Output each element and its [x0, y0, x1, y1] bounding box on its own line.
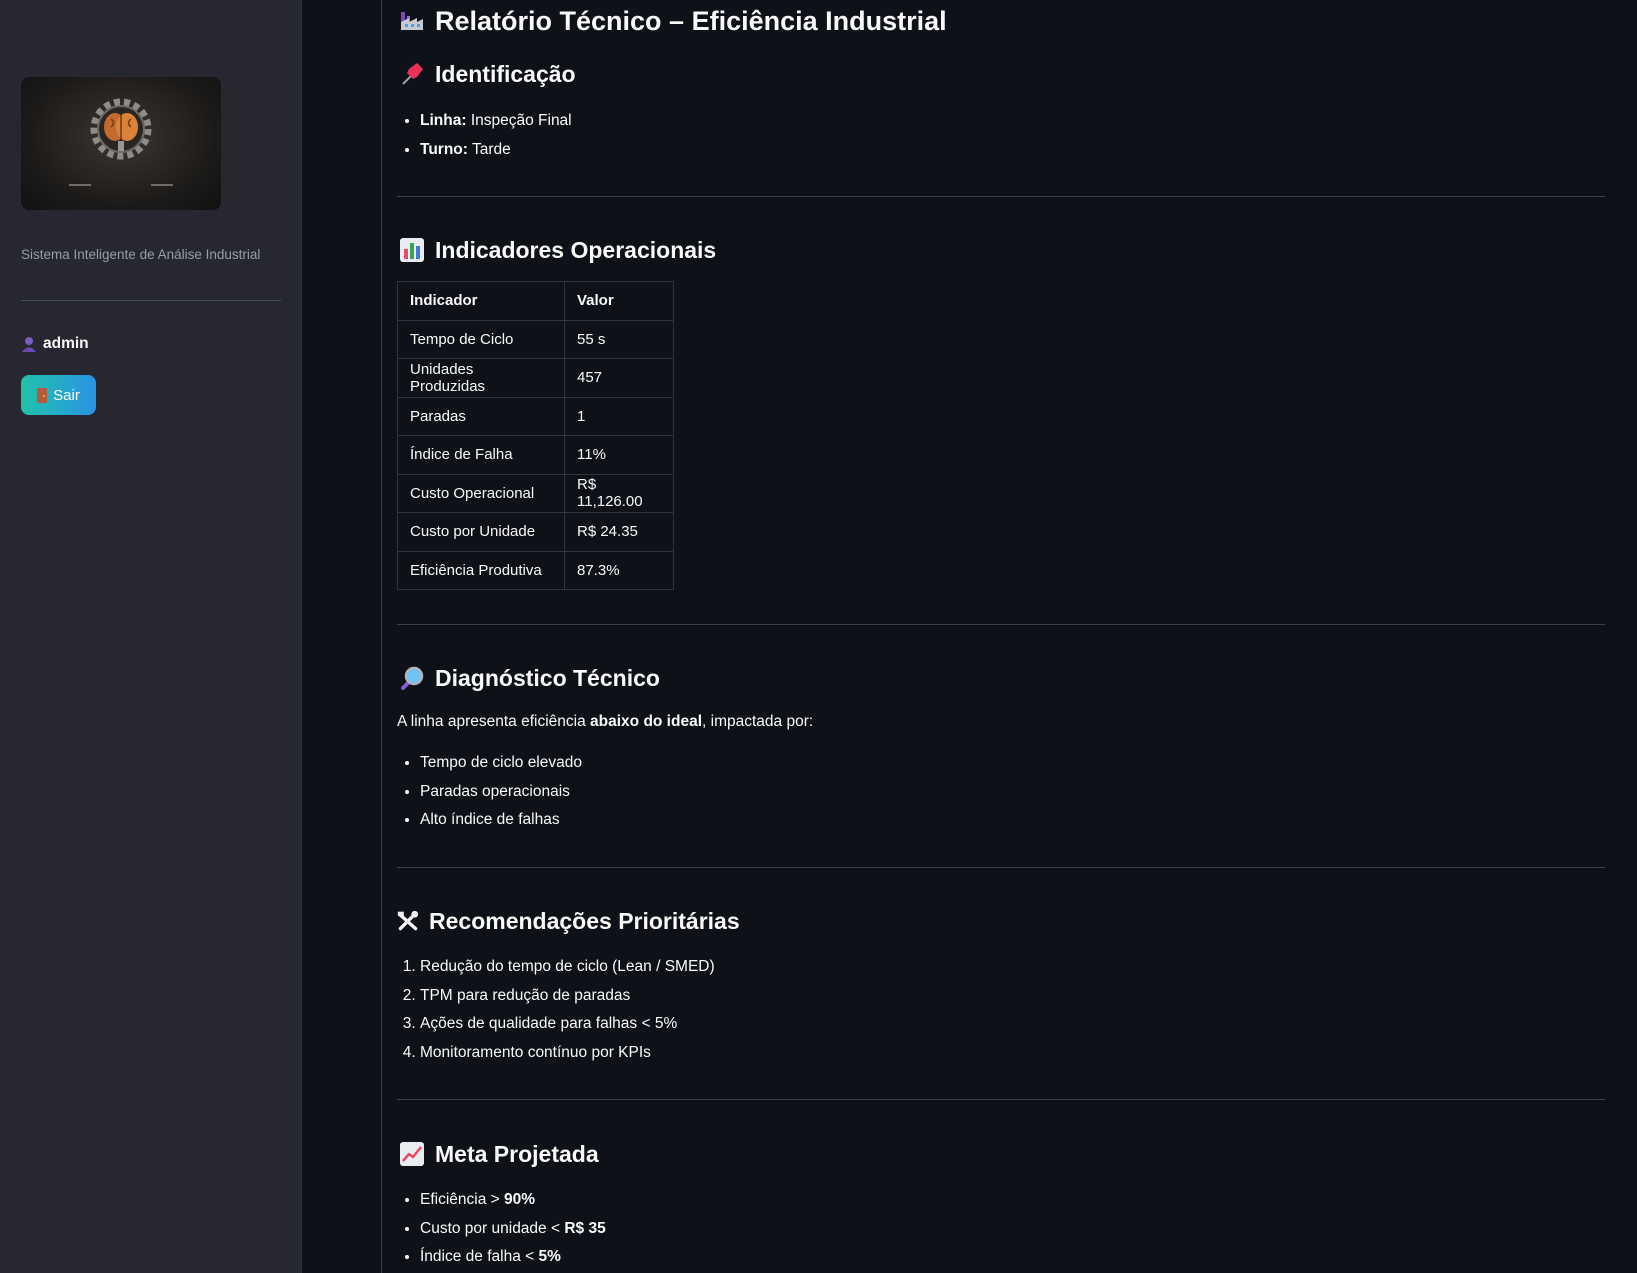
- identification-list: Linha: Inspeção Final Turno: Tarde: [397, 107, 572, 164]
- app-subtitle: Sistema Inteligente de Análise Industria…: [21, 247, 261, 262]
- indicator-name: Paradas: [397, 396, 565, 436]
- recommendations-list: Redução do tempo de ciclo (Lean / SMED) …: [397, 953, 715, 1067]
- table-row: Tempo de Ciclo 55 s: [397, 319, 674, 359]
- recommendations-heading-text: Recomendações Prioritárias: [429, 908, 740, 934]
- list-item: Tempo de ciclo elevado: [420, 749, 582, 778]
- list-item: Ações de qualidade para falhas < 5%: [420, 1010, 715, 1039]
- list-item: Redução do tempo de ciclo (Lean / SMED): [420, 953, 715, 982]
- indicator-value: 1: [564, 396, 674, 436]
- diagnosis-list: Tempo de ciclo elevado Paradas operacion…: [397, 749, 582, 835]
- diagnosis-heading: Diagnóstico Técnico: [399, 663, 660, 693]
- diagnosis-heading-text: Diagnóstico Técnico: [435, 665, 660, 691]
- column-header: Valor: [564, 281, 674, 321]
- sidebar: Sistema Inteligente de Análise Industria…: [0, 0, 302, 1273]
- chart-increasing-icon: [400, 1142, 424, 1166]
- shift-key: Turno:: [420, 140, 468, 158]
- table-row: Custo por Unidade R$ 24.35: [397, 512, 674, 552]
- indicator-name: Custo Operacional: [397, 473, 565, 513]
- indicators-table: Indicador Valor Tempo de Ciclo 55 s Unida…: [397, 281, 674, 590]
- indicator-name: Eficiência Produtiva: [397, 550, 565, 590]
- list-item: Paradas operacionais: [420, 778, 582, 807]
- target-label: Custo por unidade <: [420, 1219, 565, 1237]
- logout-button[interactable]: Sair: [21, 375, 96, 415]
- list-item: Monitoramento contínuo por KPIs: [420, 1039, 715, 1068]
- shift-value: Tarde: [471, 140, 511, 158]
- identification-heading: Identificação: [399, 59, 576, 89]
- target-heading: Meta Projetada: [399, 1139, 599, 1169]
- identification-heading-text: Identificação: [435, 61, 576, 87]
- indicator-name: Índice de Falha: [397, 435, 565, 475]
- table-row: Unidades Produzidas 457: [397, 358, 674, 398]
- list-item: TPM para redução de paradas: [420, 982, 715, 1011]
- diagnosis-intro: A linha apresenta eficiência abaixo do i…: [397, 712, 813, 732]
- logout-label: Sair: [53, 386, 80, 404]
- indicator-name: Unidades Produzidas: [397, 358, 565, 398]
- table-row: Custo Operacional R$ 11,126.00: [397, 473, 674, 513]
- list-item: Alto índice de falhas: [420, 806, 582, 835]
- indicators-heading: Indicadores Operacionais: [399, 235, 716, 265]
- table-row: Paradas 1: [397, 396, 674, 436]
- column-header: Indicador: [397, 281, 565, 321]
- content-left-border: [381, 0, 382, 1273]
- target-list: Eficiência > 90% Custo por unidade < R$ …: [397, 1186, 606, 1272]
- target-value: 5%: [538, 1248, 561, 1265]
- recommendations-heading: Recomendações Prioritárias: [397, 906, 740, 936]
- section-divider: [397, 1099, 1605, 1100]
- diagnosis-intro-suffix: , impactada por:: [702, 713, 814, 730]
- list-item: Custo por unidade < R$ 35: [420, 1215, 606, 1244]
- diagnosis-intro-prefix: A linha apresenta eficiência: [397, 713, 591, 730]
- indicator-value: R$ 11,126.00: [564, 473, 674, 513]
- indicator-name: Tempo de Ciclo: [397, 319, 565, 359]
- target-label: Índice de falha <: [420, 1248, 539, 1265]
- gear-brain-emblem: [69, 98, 173, 186]
- section-divider: [397, 867, 1605, 868]
- indicators-heading-text: Indicadores Operacionais: [435, 237, 717, 263]
- tools-icon: [397, 910, 419, 931]
- line-value: Inspeção Final: [470, 112, 572, 129]
- door-icon: [37, 387, 48, 403]
- user-icon: [22, 337, 36, 352]
- agentai-factory-logo: [21, 77, 221, 210]
- identification-line: Linha: Inspeção Final: [420, 107, 572, 136]
- table-row: Eficiência Produtiva 87.3%: [397, 550, 674, 590]
- diagnosis-intro-emphasis: abaixo do ideal: [590, 713, 703, 730]
- page-title: Relatório Técnico – Eficiência Industria…: [399, 4, 947, 38]
- identification-shift: Turno: Tarde: [420, 136, 572, 165]
- list-item: Índice de falha < 5%: [420, 1243, 606, 1272]
- current-user: admin: [21, 335, 89, 353]
- indicator-value: 87.3%: [564, 550, 674, 590]
- bar-chart-icon: [400, 238, 424, 262]
- target-value: R$ 35: [564, 1219, 606, 1237]
- factory-icon: [401, 12, 423, 30]
- pushpin-icon: [402, 63, 423, 85]
- target-value: 90%: [504, 1191, 536, 1208]
- section-divider: [397, 624, 1605, 625]
- sidebar-divider: [21, 300, 281, 301]
- table-header-row: Indicador Valor: [397, 281, 674, 321]
- indicator-name: Custo por Unidade: [397, 512, 565, 552]
- indicator-value: 457: [564, 358, 674, 398]
- page-title-text: Relatório Técnico – Eficiência Industria…: [435, 6, 947, 36]
- username: admin: [43, 335, 89, 352]
- list-item: Eficiência > 90%: [420, 1186, 606, 1215]
- target-label: Eficiência >: [420, 1191, 505, 1208]
- line-key: Linha:: [420, 112, 467, 129]
- magnifier-icon: [401, 666, 424, 690]
- indicator-value: 55 s: [564, 319, 674, 359]
- indicator-value: 11%: [564, 435, 674, 475]
- target-heading-text: Meta Projetada: [435, 1141, 599, 1167]
- section-divider: [397, 196, 1605, 197]
- indicator-value: R$ 24.35: [564, 512, 674, 552]
- table-row: Índice de Falha 11%: [397, 435, 674, 475]
